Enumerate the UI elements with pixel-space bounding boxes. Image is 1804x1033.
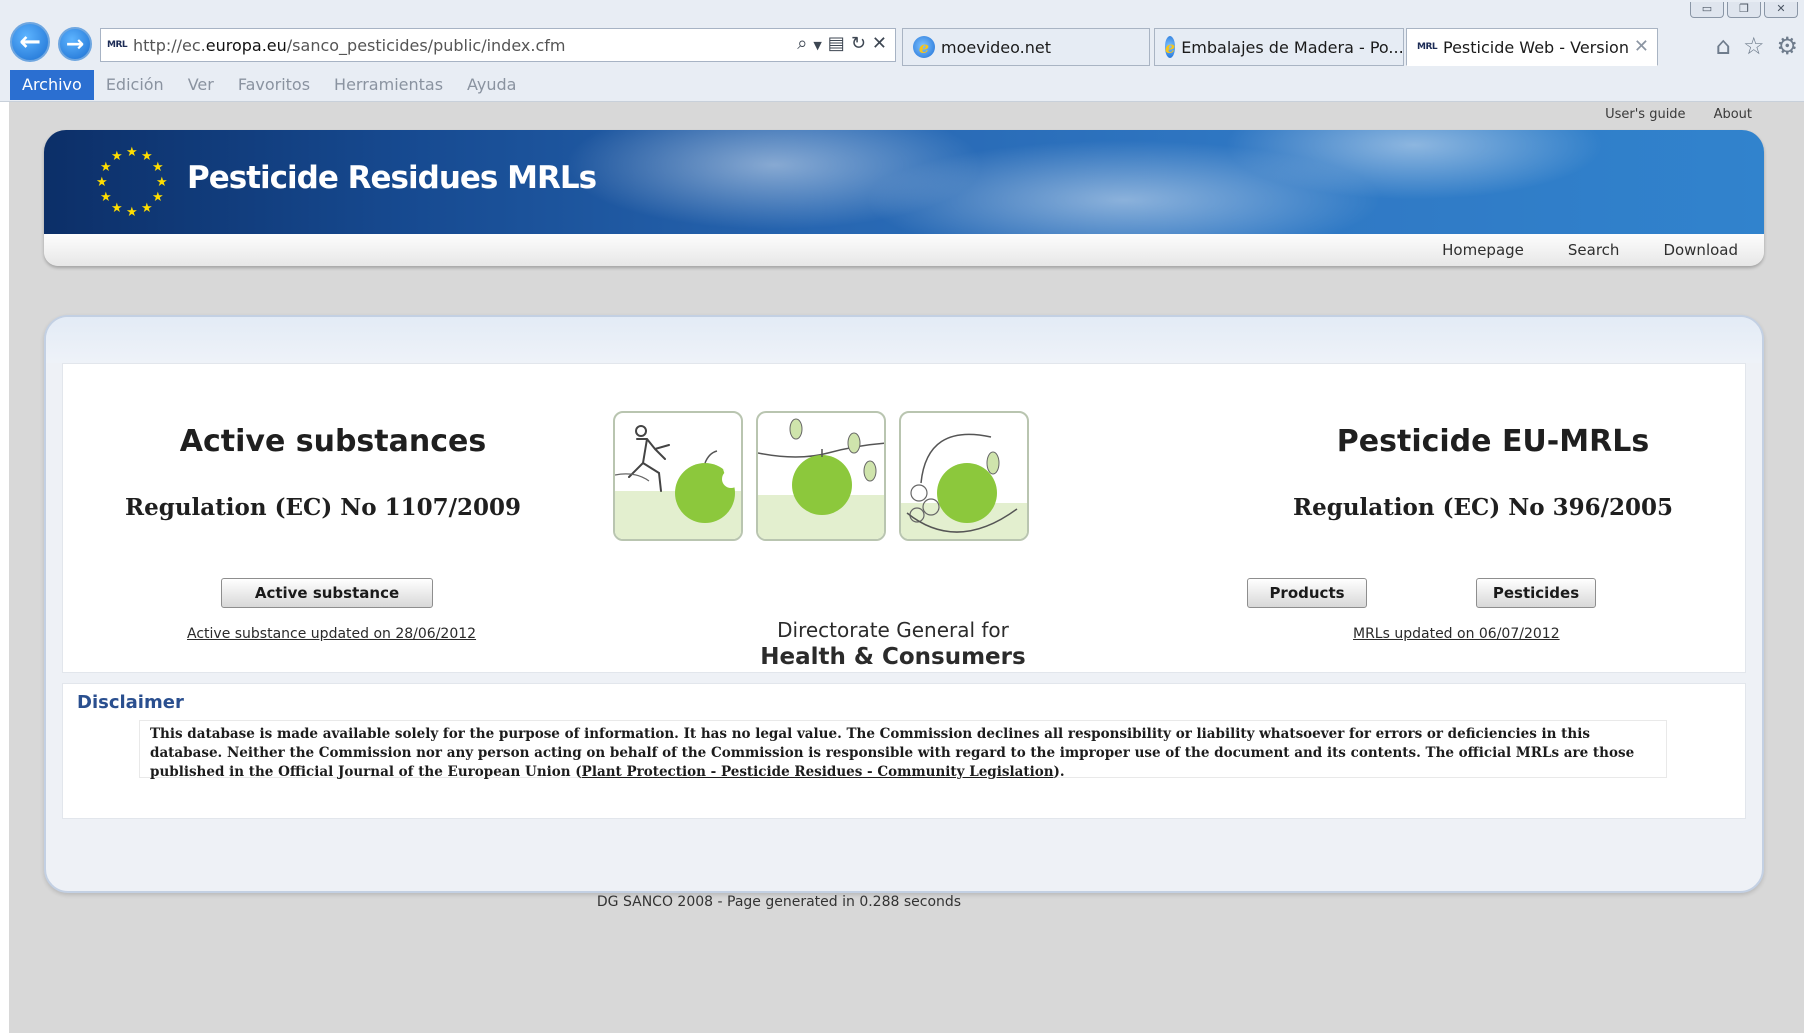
favorites-star-icon[interactable]: ☆ (1743, 32, 1765, 60)
tab-moevideo[interactable]: e moevideo.net (902, 28, 1150, 66)
active-substances-heading: Active substances (179, 424, 487, 459)
nav-search[interactable]: Search (1568, 241, 1620, 259)
address-icons: ⌕ ▼ ▤ ↻ ✕ (797, 33, 887, 54)
close-tab-icon[interactable]: ✕ (1634, 36, 1649, 57)
eu-star-icon: ★ (100, 160, 112, 175)
community-legislation-link[interactable]: Plant Protection - Pesticide Residues - … (582, 764, 1054, 780)
toolbar-icons: ⌂ ☆ ⚙ (1716, 32, 1798, 60)
site-title: Pesticide Residues MRLs (187, 160, 597, 196)
refresh-icon[interactable]: ↻ (851, 33, 866, 54)
eu-star-icon: ★ (141, 200, 153, 216)
disclaimer-box: Disclaimer This database is made availab… (62, 683, 1746, 819)
active-substance-updated-link[interactable]: Active substance updated on 28/06/2012 (187, 626, 476, 642)
mrl-favicon: MRL (107, 40, 128, 50)
eu-star-icon: ★ (96, 175, 108, 190)
pesticides-button[interactable]: Pesticides (1476, 578, 1596, 608)
forward-icon[interactable]: → (58, 27, 92, 61)
dg-name: Health & Consumers (760, 644, 1026, 670)
disclaimer-text: This database is made available solely f… (139, 720, 1667, 780)
active-substance-button[interactable]: Active substance (221, 578, 433, 608)
tab-label: Embalajes de Madera - Po... (1181, 37, 1404, 57)
restore-icon[interactable]: ❐ (1727, 2, 1761, 18)
browser-chrome: ▭ ❐ ✕ ← → MRL http://ec.europa.eu/sanco_… (0, 0, 1804, 102)
menu-ver[interactable]: Ver (176, 70, 226, 100)
menu-archivo[interactable]: Archivo (10, 70, 94, 100)
menu-herramientas[interactable]: Herramientas (322, 70, 455, 100)
main-nav: Homepage Search Download (44, 234, 1764, 266)
page-footer: DG SANCO 2008 - Page generated in 0.288 … (596, 894, 962, 910)
eu-star-icon: ★ (156, 175, 168, 190)
regulation-1107-label: Regulation (EC) No 1107/2009 (124, 494, 522, 521)
nav-homepage[interactable]: Homepage (1442, 241, 1524, 259)
ie-icon: e (913, 36, 935, 58)
home-icon[interactable]: ⌂ (1716, 32, 1731, 60)
panel-top-band (46, 317, 1762, 363)
main-panel: Active substances Regulation (EC) No 110… (44, 315, 1764, 893)
eu-star-icon: ★ (151, 160, 164, 175)
tab-pesticide-web[interactable]: MRL Pesticide Web - Version ✕ (1406, 28, 1658, 66)
compat-view-icon[interactable]: ▤ (828, 33, 845, 54)
eu-flag-stars-icon: ★ ★ ★ ★ ★ ★ ★ ★ ★ ★ ★ ★ (94, 144, 170, 220)
header-banner: ★ ★ ★ ★ ★ ★ ★ ★ ★ ★ ★ ★ Pesticide Residues MRLs (44, 130, 1764, 234)
eu-star-icon: ★ (100, 190, 112, 205)
tab-embalajes[interactable]: e Embalajes de Madera - Po... (1154, 28, 1404, 66)
users-guide-link[interactable]: User's guide (1605, 107, 1685, 122)
eu-star-icon: ★ (126, 205, 138, 220)
pesticide-eu-mrls-heading: Pesticide EU-MRLs (1336, 424, 1650, 459)
regulation-396-label: Regulation (EC) No 396/2005 (1292, 494, 1674, 521)
products-button[interactable]: Products (1247, 578, 1367, 608)
address-bar[interactable]: MRL http://ec.europa.eu/sanco_pesticides… (100, 28, 896, 62)
stop-icon[interactable]: ✕ (872, 33, 887, 54)
menu-edicion[interactable]: Edición (94, 70, 176, 100)
search-icon[interactable]: ⌕ (797, 33, 807, 54)
tab-label: Pesticide Web - Version (1443, 37, 1629, 57)
menu-ayuda[interactable]: Ayuda (455, 70, 528, 100)
back-icon[interactable]: ← (10, 22, 50, 62)
site-header: ★ ★ ★ ★ ★ ★ ★ ★ ★ ★ ★ ★ Pesticide Residues MRLs Hom… (44, 130, 1764, 266)
minimize-icon[interactable]: ▭ (1690, 2, 1724, 18)
ie-icon: e (1165, 36, 1176, 58)
dg-label: Directorate General for (777, 618, 1009, 642)
eu-star-icon: ★ (141, 149, 153, 165)
dropdown-arrow-icon[interactable]: ▼ (813, 39, 821, 54)
close-window-icon[interactable]: ✕ (1764, 2, 1798, 18)
eu-star-icon: ★ (111, 200, 123, 216)
mrl-favicon: MRL (1417, 42, 1438, 52)
page-viewport: User's guide About ★ ★ ★ ★ ★ ★ ★ ★ ★ ★ ★ ★ Pesticid… (9, 102, 1804, 1033)
branch-apple-illustration (756, 411, 886, 541)
menu-favoritos[interactable]: Favoritos (226, 70, 322, 100)
eu-star-icon: ★ (126, 145, 138, 160)
utility-links: User's guide About (1605, 102, 1752, 126)
eu-star-icon: ★ (111, 149, 123, 165)
settings-gear-icon[interactable]: ⚙ (1776, 32, 1798, 60)
basket-apple-illustration (899, 411, 1029, 541)
nav-download[interactable]: Download (1663, 241, 1738, 259)
eu-star-icon: ★ (151, 190, 164, 205)
mrls-updated-link[interactable]: MRLs updated on 06/07/2012 (1353, 626, 1560, 642)
tab-label: moevideo.net (941, 37, 1051, 57)
runner-apple-illustration (613, 411, 743, 541)
content-box: Active substances Regulation (EC) No 110… (62, 363, 1746, 673)
menu-bar: Archivo Edición Ver Favoritos Herramient… (10, 70, 528, 100)
about-link[interactable]: About (1714, 107, 1752, 122)
window-controls: ▭ ❐ ✕ (1690, 2, 1798, 18)
disclaimer-title: Disclaimer (77, 692, 184, 713)
url-text[interactable]: http://ec.europa.eu/sanco_pesticides/pub… (133, 36, 565, 55)
